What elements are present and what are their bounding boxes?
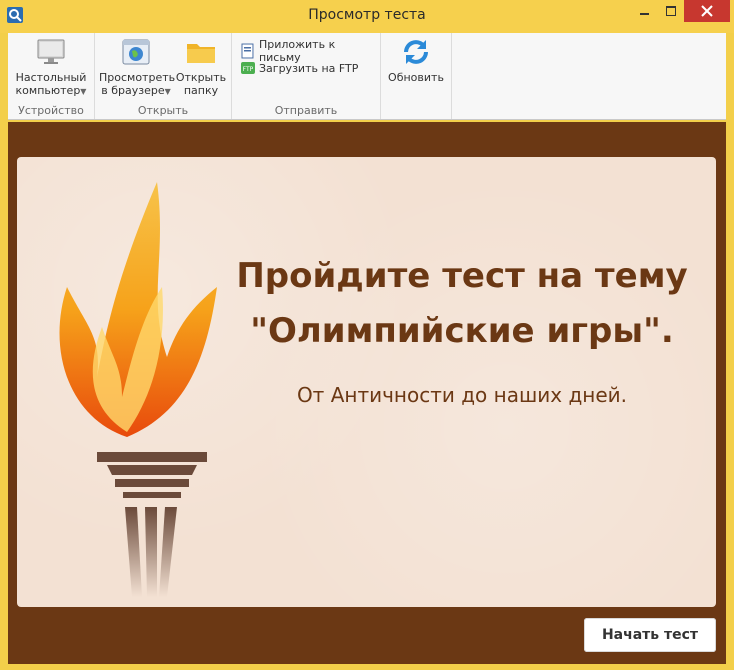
group-label-open: Открыть: [137, 104, 189, 117]
chevron-down-icon: ▼: [164, 87, 171, 96]
ribbon-group-refresh: Обновить: [381, 33, 452, 119]
intro-slide: Пройдите тест на тему "Олимпийские игры"…: [17, 157, 716, 607]
content-area: Пройдите тест на тему "Олимпийские игры"…: [8, 122, 726, 664]
folder-icon: [187, 44, 215, 63]
refresh-icon: [404, 40, 428, 64]
maximize-button[interactable]: [658, 0, 684, 22]
ribbon: Настольный компьютер▼ Устройство Просмот…: [8, 33, 726, 120]
refresh-button[interactable]: Обновить: [385, 37, 447, 84]
monitor-icon: [37, 39, 65, 64]
view-in-browser-button[interactable]: Просмотреть в браузере▼: [99, 37, 176, 98]
headline-line-1: Пройдите тест на тему: [236, 256, 688, 296]
svg-text:FTP: FTP: [243, 66, 254, 73]
title-bar: Просмотр теста: [0, 0, 734, 33]
upload-ftp-button[interactable]: FTP Загрузить на FTP: [240, 60, 358, 76]
app-window: Просмотр теста Настольный компьютер▼ Уст…: [0, 0, 734, 670]
browser-label-1: Просмотреть: [99, 71, 176, 84]
browser-globe-icon: [122, 39, 150, 65]
close-icon: [701, 5, 713, 17]
olympic-torch-icon: [59, 182, 217, 597]
open-folder-button[interactable]: Открыть папку: [175, 37, 227, 97]
start-test-button[interactable]: Начать тест: [584, 618, 716, 652]
ftp-label: Загрузить на FTP: [259, 61, 359, 75]
desktop-label-2: компьютер: [15, 84, 81, 97]
attach-email-icon: [241, 43, 254, 59]
ribbon-group-device: Настольный компьютер▼ Устройство: [8, 33, 95, 119]
slide-subtitle: От Античности до наших дней.: [296, 383, 628, 407]
folder-label-2: папку: [183, 84, 219, 97]
desktop-device-button[interactable]: Настольный компьютер▼: [12, 37, 90, 98]
window-title: Просмотр теста: [308, 7, 426, 23]
minimize-button[interactable]: [632, 0, 658, 22]
group-label-send: Отправить: [274, 104, 338, 117]
browser-label-2: в браузере: [101, 84, 165, 97]
close-button[interactable]: [684, 0, 730, 22]
ftp-icon: FTP: [241, 62, 255, 74]
desktop-label-1: Настольный: [15, 71, 87, 84]
ribbon-group-send: Приложить к письму FTP Загрузить на FTP …: [232, 33, 381, 119]
slide-headline: Пройдите тест на тему "Олимпийские игры"…: [222, 249, 702, 359]
ribbon-group-open: Просмотреть в браузере▼ Открыть папку От…: [95, 33, 232, 119]
group-label-device: Устройство: [18, 104, 84, 117]
headline-line-2: "Олимпийские игры".: [250, 311, 674, 351]
chevron-down-icon: ▼: [80, 87, 87, 96]
folder-label-1: Открыть: [175, 71, 227, 84]
refresh-label: Обновить: [388, 71, 444, 84]
